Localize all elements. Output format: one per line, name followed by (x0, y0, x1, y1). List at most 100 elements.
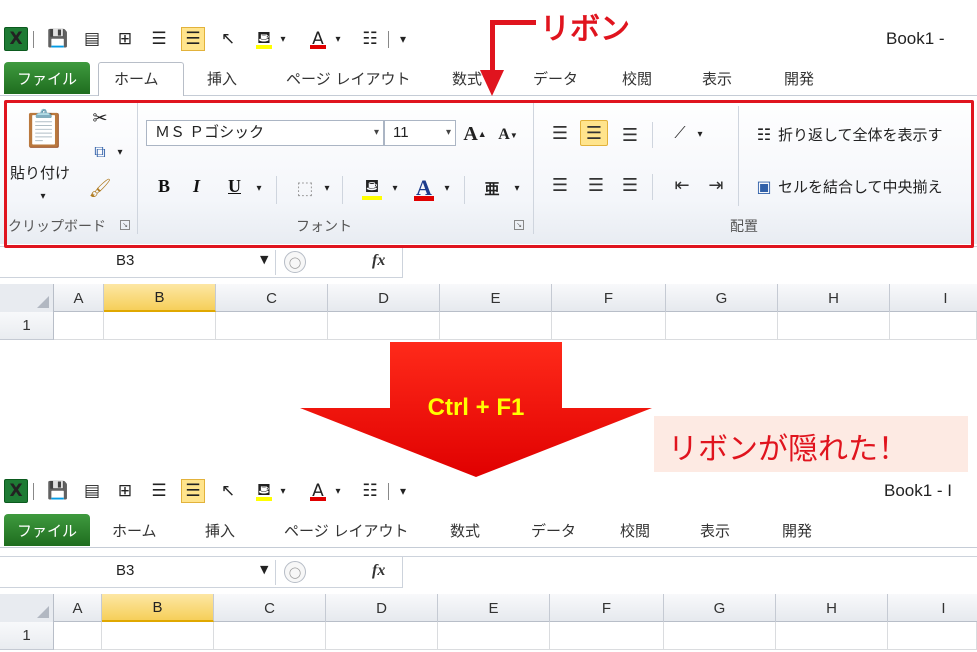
tab-page-layout[interactable]: ページ レイアウト (284, 520, 408, 541)
borders-icon[interactable]: ⬚ (292, 176, 318, 200)
phonetic-guide-icon[interactable]: 亜 (480, 174, 504, 202)
tab-developer[interactable]: 開発 (782, 520, 812, 541)
phonetic-dropdown-icon[interactable]: ▾ (510, 178, 524, 198)
format-icon[interactable]: ▤ (80, 27, 104, 51)
tab-home[interactable]: ホーム (114, 68, 159, 89)
tab-file[interactable]: ファイル (4, 62, 90, 94)
column-header-g[interactable]: G (666, 284, 778, 312)
align-right-icon[interactable]: ☰ (616, 172, 644, 198)
bold-button[interactable]: B (158, 176, 170, 197)
column-header-d[interactable]: D (328, 284, 440, 312)
font-color-dropdown-icon[interactable]: ▾ (332, 27, 344, 51)
decrease-indent-icon[interactable]: ⇤ (668, 172, 696, 198)
cell-a1[interactable] (54, 622, 102, 650)
format-painter-icon[interactable]: 🖌 (88, 176, 112, 200)
cut-icon[interactable]: ✂ (88, 106, 112, 130)
column-header-a[interactable]: A (54, 594, 102, 622)
tab-page-layout[interactable]: ページ レイアウト (286, 68, 410, 89)
underline-button[interactable]: U (228, 176, 241, 197)
borders-icon[interactable]: ⊞ (113, 27, 137, 51)
fill-color-icon[interactable]: ⛾ (358, 174, 386, 202)
column-header-h[interactable]: H (776, 594, 888, 622)
cell-h1[interactable] (778, 312, 890, 340)
column-header-i[interactable]: I (888, 594, 977, 622)
copy-icon[interactable]: ⧉ (88, 140, 112, 164)
paste-dropdown-icon[interactable]: ▾ (36, 190, 50, 202)
fill-color-icon[interactable]: ⛾ (252, 479, 276, 503)
cell-g1[interactable] (664, 622, 776, 650)
fill-color-dropdown-icon[interactable]: ▾ (388, 178, 402, 198)
font-name-dropdown-icon[interactable]: ▾ (374, 121, 379, 145)
font-color-icon[interactable]: A (410, 174, 438, 202)
borders-dropdown-icon[interactable]: ▾ (320, 178, 334, 198)
paste-icon[interactable]: 📋 (22, 106, 67, 152)
insert-function-icon[interactable]: fx (372, 562, 385, 580)
column-header-e[interactable]: E (438, 594, 550, 622)
cell-e1[interactable] (440, 312, 552, 340)
column-header-c[interactable]: C (216, 284, 328, 312)
name-box-dropdown-icon[interactable]: ▼ (260, 253, 268, 266)
row-header-1[interactable]: 1 (0, 622, 54, 650)
wrap-icon[interactable]: ☷ (358, 27, 382, 51)
orientation-icon[interactable]: ⟋ (666, 120, 694, 146)
cell-b1[interactable] (104, 312, 216, 340)
tab-insert[interactable]: 挿入 (205, 520, 235, 541)
formula-bar-resize-icon[interactable]: ◯ (284, 561, 306, 583)
orientation-dropdown-icon[interactable]: ▾ (694, 124, 706, 144)
excel-logo-icon[interactable]: X (4, 479, 28, 503)
column-header-f[interactable]: F (550, 594, 664, 622)
tab-home[interactable]: ホーム (112, 520, 157, 541)
tab-data[interactable]: データ (531, 520, 576, 541)
tab-view[interactable]: 表示 (702, 68, 732, 89)
cell-c1[interactable] (216, 312, 328, 340)
cell-f1[interactable] (550, 622, 664, 650)
name-box-dropdown-icon[interactable]: ▼ (260, 563, 268, 576)
column-header-h[interactable]: H (778, 284, 890, 312)
font-color-icon[interactable]: A (306, 479, 330, 503)
clipboard-launcher-icon[interactable]: ↘ (120, 220, 130, 230)
font-size-combo[interactable]: 11 ▾ (384, 120, 456, 146)
cell-b1[interactable] (102, 622, 214, 650)
row-header-1[interactable]: 1 (0, 312, 54, 340)
font-color-dropdown-icon[interactable]: ▾ (440, 178, 454, 198)
borders-icon[interactable]: ⊞ (113, 479, 137, 503)
save-icon[interactable]: 💾 (46, 27, 70, 51)
align-center-icon[interactable]: ☰ (181, 27, 205, 51)
column-header-i[interactable]: I (890, 284, 977, 312)
align-middle-icon[interactable]: ☰ (580, 120, 608, 146)
italic-button[interactable]: I (193, 176, 200, 197)
formula-input[interactable] (402, 247, 977, 278)
font-size-dropdown-icon[interactable]: ▾ (446, 121, 451, 145)
increase-indent-icon[interactable]: ⇥ (702, 172, 730, 198)
grow-font-icon[interactable]: A ▲ (462, 122, 488, 146)
fill-color-dropdown-icon[interactable]: ▾ (277, 479, 289, 503)
cell-d1[interactable] (328, 312, 440, 340)
select-all-corner[interactable] (0, 594, 54, 622)
shrink-font-icon[interactable]: A ▼ (496, 124, 520, 146)
align-top-icon[interactable]: ☰ (546, 120, 574, 146)
font-color-icon[interactable]: A (306, 27, 330, 51)
tab-file[interactable]: ファイル (4, 514, 90, 546)
name-box[interactable]: B3 ▼ (4, 250, 276, 275)
formula-input[interactable] (402, 557, 977, 588)
align-center-icon[interactable]: ☰ (181, 479, 205, 503)
column-header-b[interactable]: B (102, 594, 214, 622)
font-launcher-icon[interactable]: ↘ (514, 220, 524, 230)
tab-review[interactable]: 校閲 (620, 520, 650, 541)
align-left-icon[interactable]: ☰ (546, 172, 574, 198)
align-left-icon[interactable]: ☰ (147, 27, 171, 51)
fill-color-dropdown-icon[interactable]: ▾ (277, 27, 289, 51)
column-header-e[interactable]: E (440, 284, 552, 312)
pointer-icon[interactable]: ↖ (216, 479, 240, 503)
column-header-d[interactable]: D (326, 594, 438, 622)
wrap-text-button[interactable]: 折り返して全体を表示す (778, 124, 943, 145)
align-bottom-icon[interactable]: ☰ (616, 122, 644, 148)
cell-a1[interactable] (54, 312, 104, 340)
cell-e1[interactable] (438, 622, 550, 650)
customize-icon[interactable]: ▾ (394, 479, 412, 503)
cell-c1[interactable] (214, 622, 326, 650)
font-name-combo[interactable]: ＭＳ Ｐゴシック ▾ (146, 120, 384, 146)
tab-insert[interactable]: 挿入 (207, 68, 237, 89)
fill-color-icon[interactable]: ⛾ (252, 27, 276, 51)
format-icon[interactable]: ▤ (80, 479, 104, 503)
